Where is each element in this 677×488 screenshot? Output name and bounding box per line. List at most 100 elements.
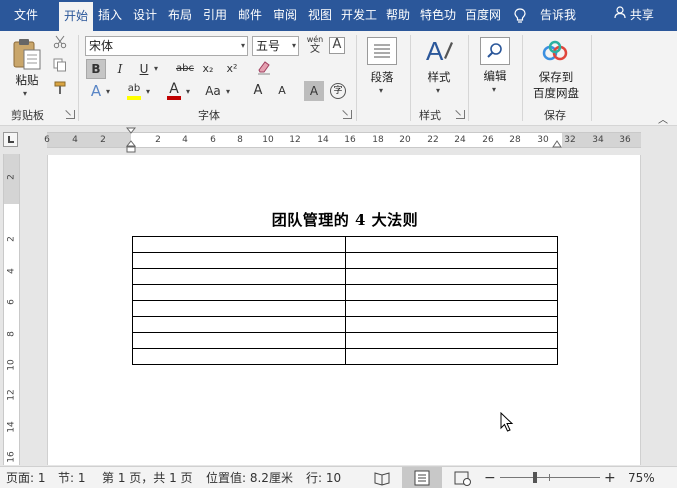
- subscript-button[interactable]: x₂: [198, 59, 218, 79]
- baidu-cloud-icon[interactable]: [540, 39, 570, 65]
- table-cell[interactable]: [344, 300, 558, 317]
- paragraph-icon[interactable]: [367, 37, 397, 65]
- tell-me-button[interactable]: 告诉我: [536, 0, 580, 31]
- highlight-icon[interactable]: ab: [124, 79, 144, 100]
- document-title[interactable]: 团队管理的 4 大法则: [48, 209, 642, 230]
- tab-home[interactable]: 开始: [59, 2, 93, 31]
- status-page-count[interactable]: 第 1 页，共 1 页: [102, 467, 193, 488]
- shrink-font-button[interactable]: A: [272, 81, 292, 101]
- text-effects-dropdown-icon[interactable]: ▾: [106, 87, 110, 96]
- document-page[interactable]: 团队管理的 4 大法则: [47, 155, 641, 465]
- status-position[interactable]: 位置值: 8.2厘米: [206, 467, 293, 488]
- status-line[interactable]: 行: 10: [306, 467, 341, 488]
- styles-dropdown-icon[interactable]: ▾: [436, 86, 440, 95]
- collapse-ribbon-icon[interactable]: ︿: [658, 111, 668, 126]
- table-cell[interactable]: [344, 236, 558, 253]
- status-section[interactable]: 节: 1: [58, 467, 86, 488]
- table-cell[interactable]: [344, 252, 558, 269]
- right-indent-marker-icon[interactable]: [552, 139, 562, 149]
- editing-dropdown-icon[interactable]: ▾: [492, 85, 496, 94]
- cut-icon[interactable]: [50, 35, 70, 55]
- italic-button[interactable]: I: [110, 59, 130, 79]
- enclose-characters-button[interactable]: 字: [330, 83, 346, 99]
- font-color-icon[interactable]: A: [164, 79, 184, 100]
- tab-developer[interactable]: 开发工: [338, 0, 380, 31]
- styles-button[interactable]: 样式: [421, 69, 457, 85]
- clear-formatting-icon[interactable]: [254, 59, 274, 79]
- vertical-ruler[interactable]: 2 2 4 6 8 10 12 14 16: [3, 154, 20, 465]
- tab-view[interactable]: 视图: [304, 0, 336, 31]
- read-mode-icon[interactable]: [368, 467, 396, 488]
- format-painter-icon[interactable]: [50, 81, 70, 101]
- paragraph-button[interactable]: 段落: [364, 69, 400, 85]
- styles-icon[interactable]: A: [424, 36, 454, 66]
- search-icon[interactable]: [480, 37, 510, 65]
- editing-button[interactable]: 编辑: [477, 68, 513, 84]
- table-row[interactable]: [132, 284, 558, 301]
- styles-launcher-icon[interactable]: [456, 110, 465, 119]
- zoom-in-button[interactable]: +: [604, 467, 616, 488]
- tab-special[interactable]: 特色功: [416, 0, 460, 31]
- status-page[interactable]: 页面: 1: [6, 467, 46, 488]
- table-cell[interactable]: [344, 268, 558, 285]
- table-cell[interactable]: [344, 316, 558, 333]
- table-cell[interactable]: [132, 236, 346, 253]
- grow-font-button[interactable]: A: [248, 81, 268, 101]
- save-to-baidu-line2[interactable]: 百度网盘: [527, 85, 585, 101]
- table-cell[interactable]: [344, 284, 558, 301]
- table-row[interactable]: [132, 316, 558, 333]
- change-case-dropdown-icon[interactable]: ▾: [226, 87, 230, 96]
- character-border-button[interactable]: A: [329, 37, 345, 54]
- table-row[interactable]: [132, 332, 558, 349]
- change-case-button[interactable]: Aa: [202, 81, 224, 101]
- zoom-out-button[interactable]: −: [484, 467, 496, 488]
- paste-dropdown-icon[interactable]: ▾: [23, 89, 27, 98]
- zoom-slider[interactable]: [500, 472, 600, 483]
- table-cell[interactable]: [132, 284, 346, 301]
- tab-design[interactable]: 设计: [129, 0, 161, 31]
- tab-insert[interactable]: 插入: [94, 0, 126, 31]
- paste-button[interactable]: 粘贴: [12, 72, 42, 88]
- tab-file[interactable]: 文件: [6, 0, 46, 31]
- table-cell[interactable]: [132, 268, 346, 285]
- table-cell[interactable]: [132, 348, 346, 365]
- table-cell[interactable]: [132, 332, 346, 349]
- font-color-dropdown-icon[interactable]: ▾: [186, 87, 190, 96]
- table-cell[interactable]: [132, 316, 346, 333]
- tab-review[interactable]: 审阅: [269, 0, 301, 31]
- web-layout-icon[interactable]: [448, 467, 476, 488]
- table-row[interactable]: [132, 268, 558, 285]
- table-cell[interactable]: [344, 332, 558, 349]
- underline-dropdown-icon[interactable]: ▾: [154, 64, 158, 73]
- save-to-baidu-line1[interactable]: 保存到: [527, 69, 585, 85]
- bold-button[interactable]: B: [86, 59, 106, 79]
- table-row[interactable]: [132, 236, 558, 253]
- table-row[interactable]: [132, 300, 558, 317]
- clipboard-launcher-icon[interactable]: [66, 110, 75, 119]
- paragraph-dropdown-icon[interactable]: ▾: [379, 86, 383, 95]
- font-size-combo[interactable]: 五号 ▾: [252, 36, 299, 56]
- highlight-dropdown-icon[interactable]: ▾: [146, 87, 150, 96]
- tab-layout[interactable]: 布局: [164, 0, 196, 31]
- paste-icon[interactable]: [12, 38, 42, 70]
- font-name-combo[interactable]: 宋体 ▾: [85, 36, 248, 56]
- zoom-slider-thumb[interactable]: [533, 472, 538, 483]
- tab-references[interactable]: 引用: [199, 0, 231, 31]
- table-cell[interactable]: [132, 300, 346, 317]
- character-shading-button[interactable]: A: [304, 81, 324, 101]
- copy-icon[interactable]: [50, 58, 70, 78]
- tab-mailings[interactable]: 邮件: [234, 0, 266, 31]
- document-table[interactable]: [132, 236, 558, 365]
- tab-selector-icon[interactable]: [3, 132, 18, 147]
- text-effects-icon[interactable]: A: [86, 81, 106, 101]
- phonetic-guide-button[interactable]: wén 文: [304, 35, 326, 57]
- indent-marker-icon[interactable]: [125, 127, 137, 153]
- table-row[interactable]: [132, 252, 558, 269]
- lightbulb-icon[interactable]: [510, 0, 530, 31]
- table-cell[interactable]: [132, 252, 346, 269]
- print-layout-icon[interactable]: [402, 467, 442, 488]
- strikethrough-button[interactable]: abc: [173, 59, 197, 79]
- superscript-button[interactable]: x²: [222, 59, 242, 79]
- font-launcher-icon[interactable]: [343, 110, 352, 119]
- tab-baidu[interactable]: 百度网: [462, 0, 504, 31]
